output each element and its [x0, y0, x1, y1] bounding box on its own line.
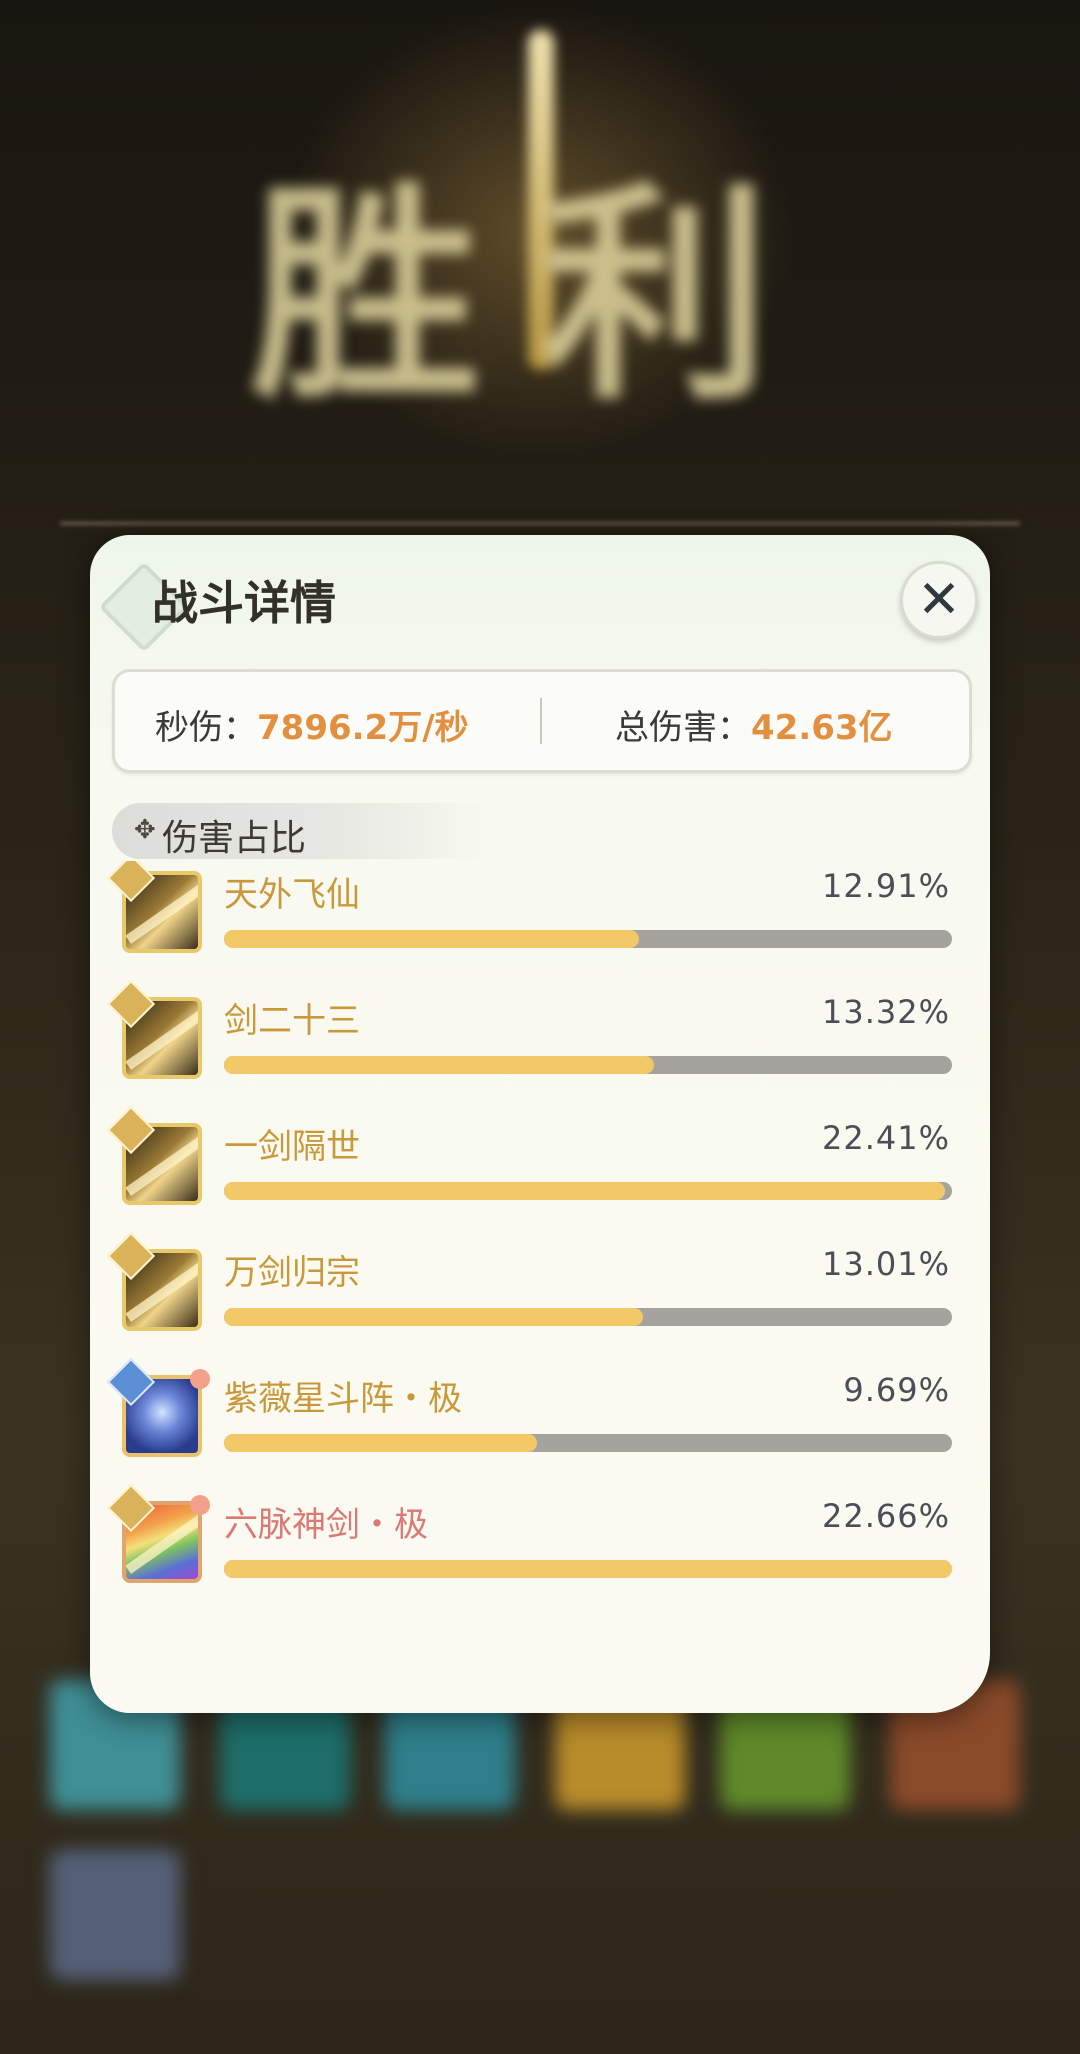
skill-damage-percent: 9.69%	[843, 1371, 950, 1409]
section-title: 伤害占比	[162, 818, 307, 859]
background-tile	[50, 1850, 180, 1980]
skill-damage-percent: 12.91%	[821, 867, 950, 905]
damage-bar-fill	[224, 1056, 654, 1074]
skill-name: 天外飞仙	[224, 875, 360, 915]
damage-bar-fill	[224, 1308, 643, 1326]
skill-row[interactable]: 万剑归宗 13.01%	[90, 1231, 990, 1375]
sparkle-icon: ✥	[134, 815, 156, 845]
stats-divider	[540, 698, 542, 744]
rank-tag-icon	[190, 1495, 210, 1515]
skill-name: 六脉神剑・极	[224, 1505, 428, 1545]
dps-stat: 秒伤：7896.2万/秒	[155, 700, 469, 749]
skill-damage-percent: 22.66%	[821, 1497, 950, 1535]
modal-title: 战斗详情	[152, 576, 336, 630]
dps-label: 秒伤：	[155, 708, 257, 748]
damage-bar-track	[224, 1056, 952, 1074]
damage-bar-track	[224, 1434, 952, 1452]
skill-name: 万剑归宗	[224, 1253, 360, 1293]
skill-row[interactable]: 一剑隔世 22.41%	[90, 1105, 990, 1249]
background-divider	[60, 522, 1020, 525]
skill-name: 剑二十三	[224, 1001, 360, 1041]
total-damage-stat: 总伤害：42.63亿	[615, 700, 893, 749]
damage-bar-fill	[224, 930, 639, 948]
damage-share-header: ✥ 伤害占比	[112, 803, 492, 859]
damage-bar-track	[224, 1182, 952, 1200]
damage-bar-track	[224, 930, 952, 948]
skill-row[interactable]: 六脉神剑・极 22.66%	[90, 1483, 990, 1615]
skill-name: 一剑隔世	[224, 1127, 360, 1167]
skill-damage-list[interactable]: 天外飞仙 12.91% 剑二十三 13.32% 一剑隔世 22.41% 万剑归宗 13.01%…	[90, 861, 990, 1615]
dps-value: 7896.2万/秒	[257, 708, 469, 748]
total-damage-label: 总伤害：	[615, 708, 751, 748]
rank-tag-icon	[190, 1369, 210, 1389]
damage-bar-fill	[224, 1182, 945, 1200]
skill-row[interactable]: 天外飞仙 12.91%	[90, 861, 990, 997]
skill-row[interactable]: 剑二十三 13.32%	[90, 979, 990, 1123]
damage-stats-box: 秒伤：7896.2万/秒 总伤害：42.63亿	[112, 669, 972, 773]
damage-bar-track	[224, 1560, 952, 1578]
damage-bar-fill	[224, 1560, 952, 1578]
skill-name: 紫薇星斗阵・极	[224, 1379, 462, 1419]
close-button[interactable]: ✕	[900, 561, 978, 639]
skill-row[interactable]: 紫薇星斗阵・极 9.69%	[90, 1357, 990, 1501]
damage-bar-fill	[224, 1434, 538, 1452]
skill-damage-percent: 22.41%	[821, 1119, 950, 1157]
skill-damage-percent: 13.01%	[821, 1245, 950, 1283]
battle-details-modal: 战斗详情 ✕ 秒伤：7896.2万/秒 总伤害：42.63亿 ✥ 伤害占比 天外…	[90, 535, 990, 1713]
damage-bar-track	[224, 1308, 952, 1326]
skill-damage-percent: 13.32%	[821, 993, 950, 1031]
close-icon: ✕	[917, 570, 961, 630]
victory-title: 胜利	[250, 161, 830, 431]
total-damage-value: 42.63亿	[751, 708, 893, 748]
